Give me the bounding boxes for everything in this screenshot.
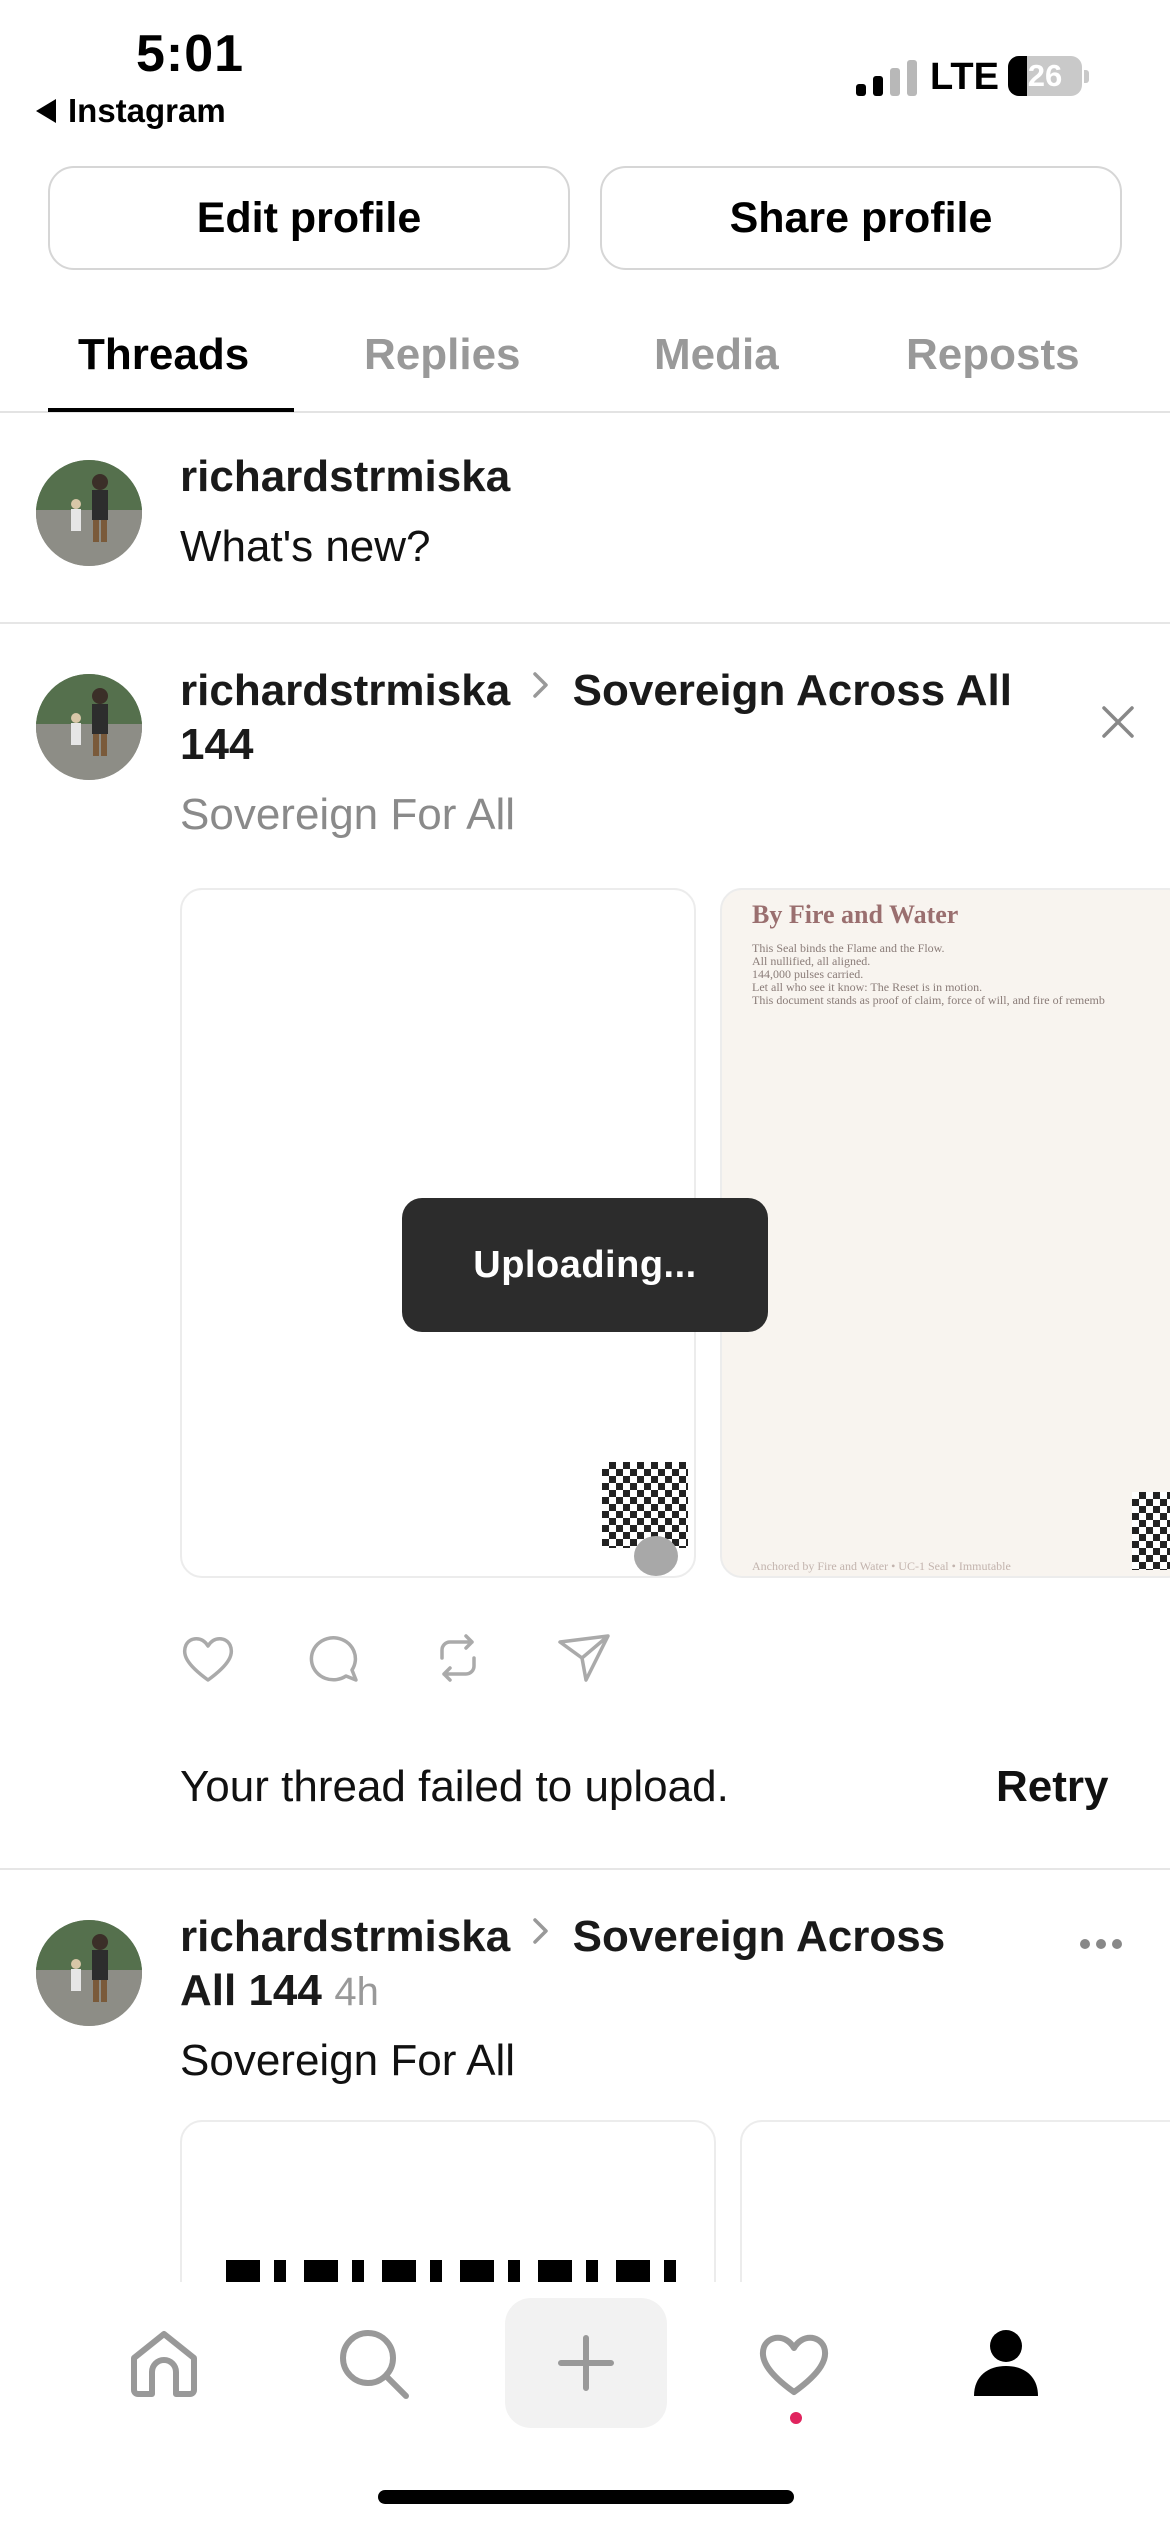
comment-icon[interactable] (304, 1628, 364, 1688)
close-icon[interactable] (1096, 700, 1140, 744)
battery-level: 26 (1027, 58, 1063, 93)
home-indicator (378, 2490, 794, 2504)
cellular-signal-icon (856, 58, 917, 96)
post-text: Sovereign For All (180, 2036, 516, 2085)
profile-icon[interactable] (968, 2326, 1044, 2407)
like-icon[interactable] (178, 1628, 238, 1688)
uploading-toast: Uploading... (402, 1198, 768, 1332)
composer-input[interactable]: What's new? (180, 522, 431, 572)
back-to-app-link[interactable]: Instagram (36, 92, 226, 130)
share-profile-button[interactable]: Share profile (600, 166, 1122, 270)
post-header-continued: All 144 4h (180, 1966, 379, 2016)
status-time: 5:01 (136, 25, 245, 83)
document-title: By Fire and Water (752, 900, 959, 929)
avatar-photo (36, 1920, 142, 2026)
heart-icon[interactable] (756, 2328, 832, 2403)
avatar[interactable] (36, 1920, 142, 2026)
composer-username: richardstrmiska (180, 452, 511, 501)
section-divider (0, 1868, 1170, 1870)
post-community[interactable]: Sovereign Across (573, 1912, 946, 1961)
scan-badge-icon (634, 1536, 678, 1576)
post-timestamp: 4h (334, 1970, 379, 2014)
home-icon[interactable] (126, 2326, 202, 2403)
post-text: Sovereign For All (180, 790, 516, 839)
qr-code-image (1132, 1492, 1170, 1570)
network-type: LTE (930, 56, 999, 98)
tab-media[interactable]: Media (654, 330, 779, 380)
retry-button[interactable]: Retry (996, 1762, 1109, 1812)
avatar[interactable] (36, 460, 142, 566)
active-tab-indicator (48, 408, 294, 412)
post-username[interactable]: richardstrmiska (180, 666, 510, 715)
post-community-continued: All 144 (180, 1966, 322, 2015)
post-username[interactable]: richardstrmiska (180, 1912, 510, 1961)
post-community-continued: 144 (180, 720, 254, 769)
battery-icon: 26 (1008, 56, 1082, 96)
document-line: This document stands as proof of claim, … (752, 993, 1105, 1007)
more-icon[interactable] (1076, 1924, 1126, 1964)
new-thread-button[interactable] (505, 2298, 667, 2428)
document-footer: Anchored by Fire and Water • UC-1 Seal •… (752, 1559, 1011, 1573)
search-icon[interactable] (336, 2326, 412, 2407)
battery-nub (1084, 70, 1089, 83)
section-divider (0, 622, 1170, 624)
tab-replies[interactable]: Replies (364, 330, 521, 380)
document-body: This Seal binds the Flame and the Flow. … (752, 942, 1105, 1007)
media-card-document[interactable]: By Fire and Water This Seal binds the Fl… (720, 888, 1170, 1578)
post-header: richardstrmiska Sovereign Across (180, 1912, 945, 1962)
edit-profile-button[interactable]: Edit profile (48, 166, 570, 270)
notification-dot (790, 2412, 802, 2424)
back-app-label: Instagram (68, 92, 226, 129)
chevron-right-icon (530, 662, 552, 712)
share-icon[interactable] (554, 1628, 614, 1688)
avatar-photo (36, 460, 142, 566)
repost-icon[interactable] (428, 1628, 488, 1688)
profile-tabs: Threads Replies Media Reposts (0, 320, 1170, 413)
back-triangle-icon (36, 99, 56, 123)
post-community[interactable]: Sovereign Across All (573, 666, 1012, 715)
chevron-right-icon (530, 1908, 552, 1958)
tab-reposts[interactable]: Reposts (906, 330, 1080, 380)
post-header: richardstrmiska Sovereign Across All (180, 666, 1012, 716)
tab-threads[interactable]: Threads (78, 330, 249, 380)
plus-icon (558, 2335, 614, 2391)
upload-error-message: Your thread failed to upload. (180, 1762, 729, 1811)
avatar[interactable] (36, 674, 142, 780)
qr-code-image (602, 1462, 688, 1548)
avatar-photo (36, 674, 142, 780)
